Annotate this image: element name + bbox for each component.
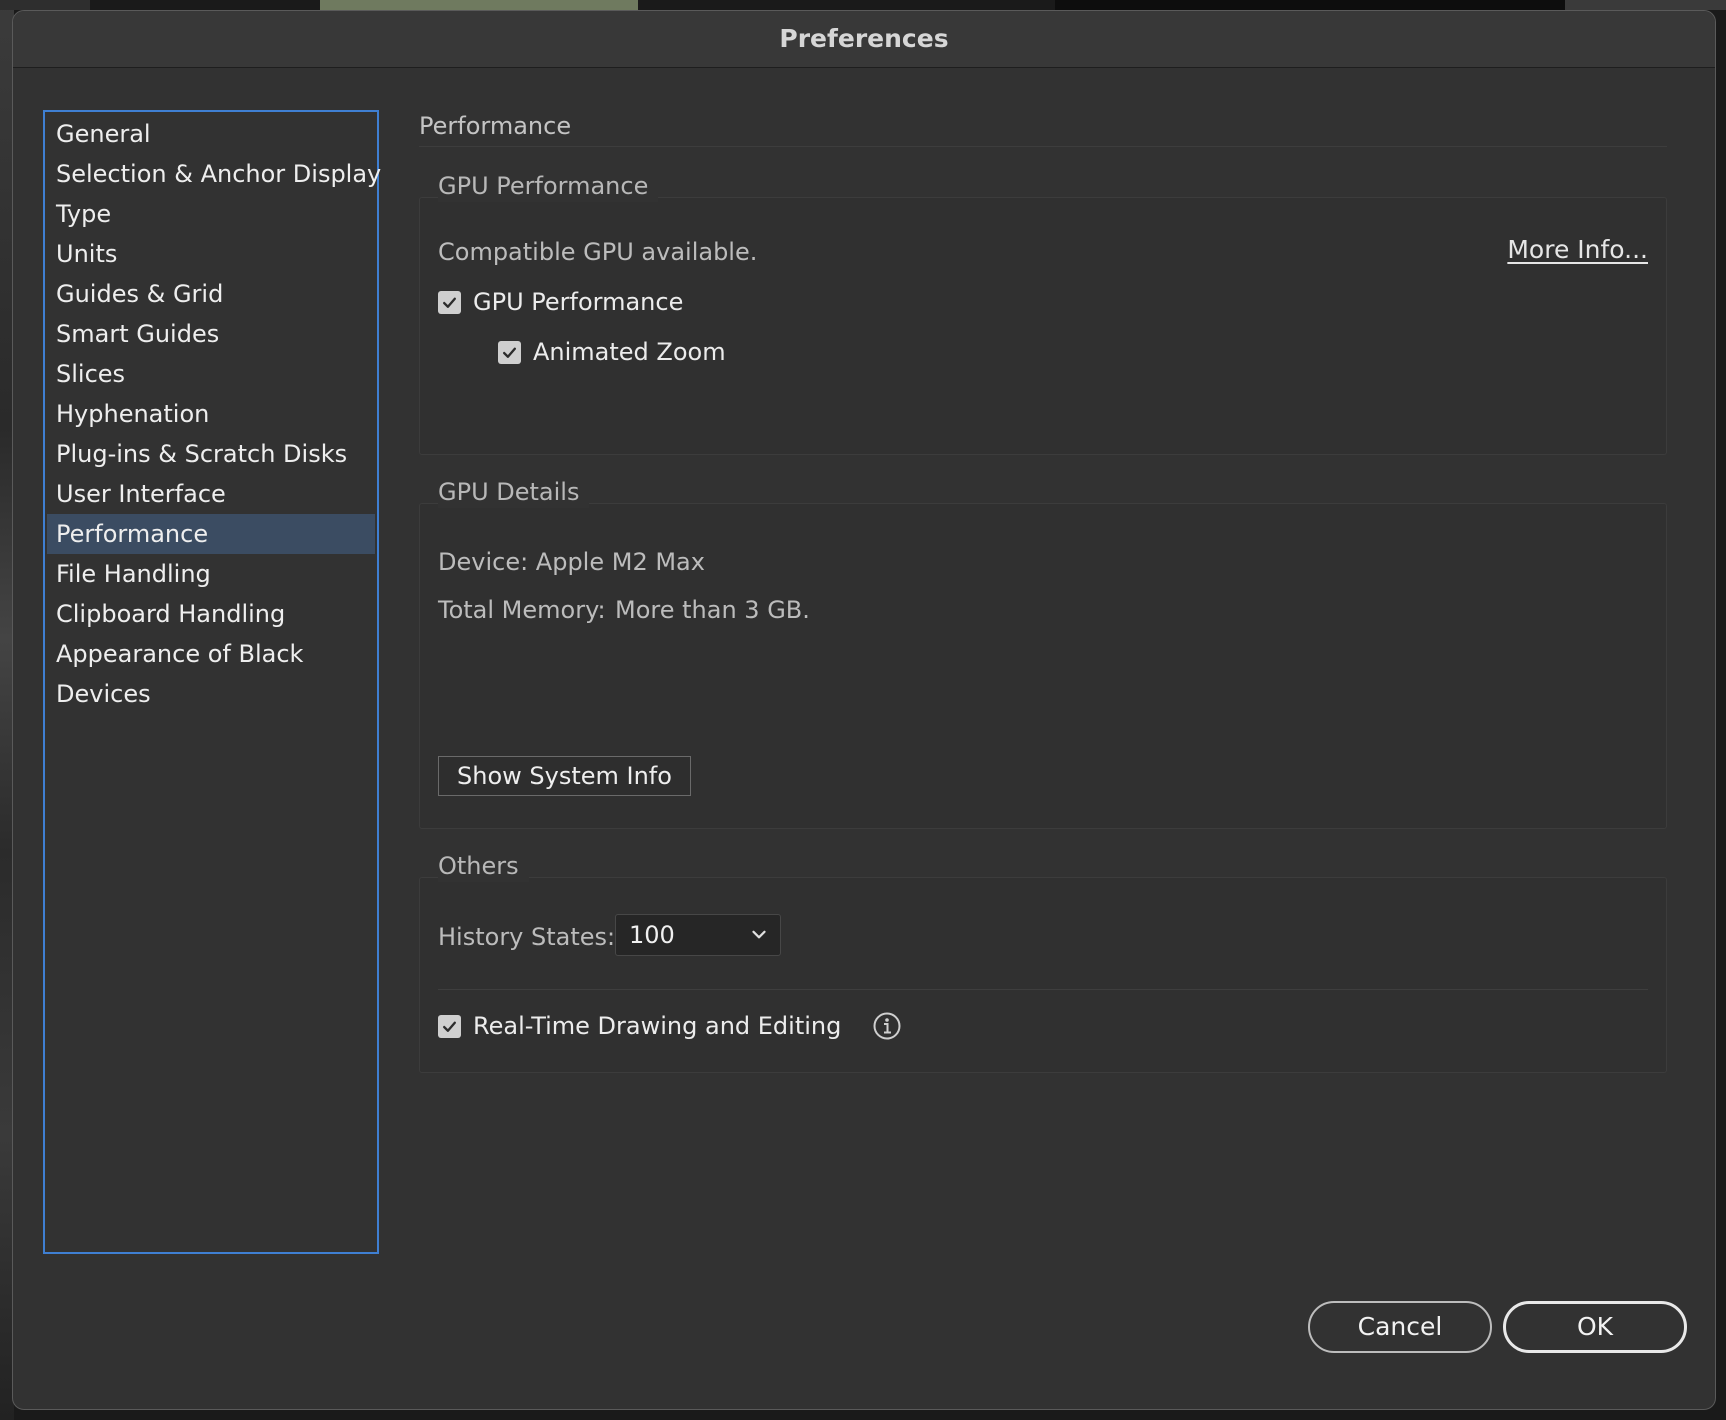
gpu-performance-legend: GPU Performance xyxy=(438,170,659,202)
animated-zoom-checkbox[interactable] xyxy=(498,340,521,364)
gpu-status-text: Compatible GPU available. xyxy=(438,238,758,266)
history-states-select[interactable]: 100 xyxy=(615,914,781,956)
gpu-performance-checkbox[interactable] xyxy=(438,290,461,314)
dialog-title: Preferences xyxy=(13,11,1715,68)
section-divider xyxy=(419,146,1667,147)
sidebar-item-file-handling[interactable]: File Handling xyxy=(47,554,375,594)
others-group: Others History States: 100 Real-Time Dra… xyxy=(419,850,1667,1073)
checkmark-icon xyxy=(503,347,516,358)
checkmark-icon xyxy=(443,1021,456,1032)
preferences-dialog: Preferences General Selection & Anchor D… xyxy=(12,10,1716,1410)
chevron-down-icon xyxy=(752,930,766,939)
background-app-strip-top xyxy=(320,0,638,10)
others-legend: Others xyxy=(438,850,529,882)
checkmark-icon xyxy=(443,297,456,308)
others-divider xyxy=(438,989,1648,990)
sidebar-item-type[interactable]: Type xyxy=(47,194,375,234)
sidebar-item-performance[interactable]: Performance xyxy=(47,514,375,554)
sidebar-item-plugins-scratch-disks[interactable]: Plug-ins & Scratch Disks xyxy=(47,434,375,474)
background-app-strip-top xyxy=(0,0,90,10)
sidebar-item-selection-anchor-display[interactable]: Selection & Anchor Display xyxy=(47,154,381,194)
sidebar-item-general[interactable]: General xyxy=(47,114,375,154)
sidebar-item-guides-grid[interactable]: Guides & Grid xyxy=(47,274,375,314)
ok-button[interactable]: OK xyxy=(1503,1301,1687,1353)
gpu-memory-label: Total Memory: xyxy=(438,596,606,624)
background-app-strip-top xyxy=(1565,0,1726,10)
sidebar-item-devices[interactable]: Devices xyxy=(47,674,375,714)
sidebar-item-user-interface[interactable]: User Interface xyxy=(47,474,375,514)
animated-zoom-checkbox-row[interactable]: Animated Zoom xyxy=(498,338,726,366)
gpu-performance-checkbox-row[interactable]: GPU Performance xyxy=(438,288,683,316)
history-states-value: 100 xyxy=(629,921,675,949)
info-icon[interactable] xyxy=(872,1011,902,1041)
history-states-label: History States: xyxy=(438,923,616,951)
sidebar-item-smart-guides[interactable]: Smart Guides xyxy=(47,314,375,354)
realtime-drawing-checkbox-row[interactable]: Real-Time Drawing and Editing xyxy=(438,1012,841,1040)
cancel-button[interactable]: Cancel xyxy=(1308,1301,1492,1353)
more-info-link[interactable]: More Info... xyxy=(1507,235,1648,264)
sidebar-item-slices[interactable]: Slices xyxy=(47,354,375,394)
background-app-strip-top xyxy=(1055,0,1565,10)
show-system-info-button[interactable]: Show System Info xyxy=(438,756,691,796)
gpu-details-legend: GPU Details xyxy=(438,476,590,508)
animated-zoom-checkbox-label: Animated Zoom xyxy=(533,338,726,366)
realtime-drawing-checkbox[interactable] xyxy=(438,1014,461,1038)
realtime-drawing-checkbox-label: Real-Time Drawing and Editing xyxy=(473,1012,842,1040)
section-title: Performance xyxy=(419,112,572,140)
sidebar-item-appearance-of-black[interactable]: Appearance of Black xyxy=(47,634,375,674)
gpu-memory-value: More than 3 GB. xyxy=(615,596,810,624)
sidebar-item-hyphenation[interactable]: Hyphenation xyxy=(47,394,375,434)
gpu-details-group: GPU Details Device: Apple M2 Max Total M… xyxy=(419,476,1667,829)
gpu-performance-checkbox-label: GPU Performance xyxy=(473,288,684,316)
sidebar-item-units[interactable]: Units xyxy=(47,234,375,274)
preferences-category-list[interactable]: General Selection & Anchor Display Type … xyxy=(43,110,381,1254)
gpu-device-text: Device: Apple M2 Max xyxy=(438,548,705,576)
gpu-performance-group: GPU Performance Compatible GPU available… xyxy=(419,170,1667,455)
sidebar-item-clipboard-handling[interactable]: Clipboard Handling xyxy=(47,594,375,634)
